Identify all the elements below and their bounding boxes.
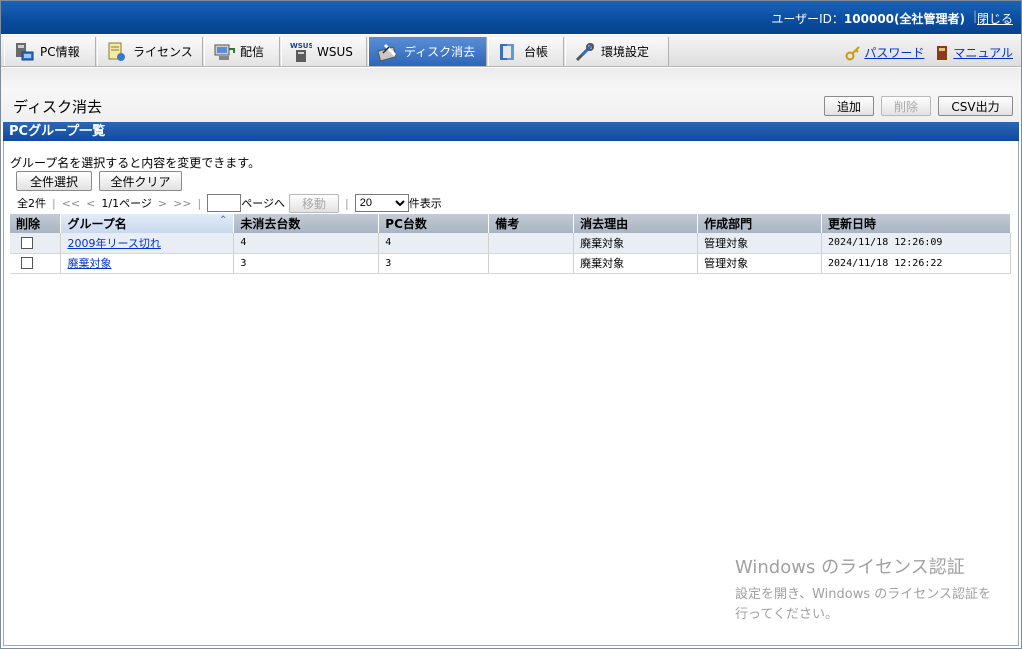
tab-label: 環境設定 [601, 45, 650, 59]
dept-cell: 管理対象 [697, 233, 823, 254]
tab-distribution[interactable]: 配信 [204, 37, 280, 66]
tab-settings[interactable]: 環境設定 [565, 37, 669, 66]
watermark-title: Windows のライセンス認証 [735, 557, 965, 578]
tab-label: 配信 [240, 45, 265, 59]
distribution-icon [213, 41, 235, 63]
reason-cell: 廃棄対象 [573, 253, 699, 274]
col-dept: 作成部門 [697, 214, 823, 233]
pc-group-table: 削除 グループ名 ⌃ 未消去台数 PC台数 備考 消去理由 作成部門 更新日時 2… [10, 214, 1011, 274]
total-count: 全2件 [17, 197, 46, 210]
section-header: PCグループ一覧 [3, 122, 1019, 141]
top-header: ユーザーID：100000(全社管理者) | 閉じる [1, 1, 1021, 34]
col-label: グループ名 [67, 217, 127, 231]
per-page-select[interactable]: 20 [354, 194, 409, 212]
col-pc-count: PC台数 [378, 214, 490, 233]
manual-link[interactable]: マニュアル [953, 44, 1013, 61]
group-cell: 2009年リース切れ [60, 233, 235, 254]
per-page-label: 件表示 [408, 197, 442, 210]
page-title: ディスク消去 [13, 98, 102, 116]
delete-cell [10, 253, 62, 274]
group-link[interactable]: 廃棄対象 [67, 257, 111, 270]
table-header-row: 削除 グループ名 ⌃ 未消去台数 PC台数 備考 消去理由 作成部門 更新日時 [10, 214, 1011, 233]
first-page-link[interactable]: << [62, 197, 80, 210]
tab-label: WSUS [317, 44, 353, 59]
col-reason: 消去理由 [573, 214, 699, 233]
csv-export-button[interactable]: CSV出力 [938, 96, 1013, 116]
tab-license[interactable]: ライセンス [97, 37, 203, 66]
hint-text: グループ名を選択すると内容を変更できます。 [10, 156, 261, 170]
next-page-link[interactable]: > [158, 197, 167, 210]
page-number-input[interactable] [207, 194, 242, 212]
manual-book-icon [934, 45, 950, 61]
row-checkbox[interactable] [21, 257, 33, 269]
col-delete: 削除 [10, 214, 62, 233]
updated-cell: 2024/11/18 12:26:22 [821, 253, 1011, 274]
disk-erase-icon [377, 41, 399, 63]
col-updated: 更新日時 [821, 214, 1011, 233]
dept-cell: 管理対象 [697, 253, 823, 274]
add-button[interactable]: 追加 [824, 96, 874, 116]
table-row: 廃棄対象 3 3 廃棄対象 管理対象 2024/11/18 12:26:22 [10, 253, 1011, 274]
col-group-name[interactable]: グループ名 ⌃ [60, 214, 235, 233]
pager-separator: | [52, 196, 56, 210]
user-value: 100000(全社管理者) [843, 12, 965, 26]
pager: 全2件 | << < 1/1ページ > >> | ページへ 移動 | 20 件表… [17, 193, 442, 213]
pc-count-cell: 3 [378, 253, 490, 274]
nav-right-links: パスワード マニュアル [845, 44, 1013, 61]
move-button[interactable]: 移動 [289, 193, 340, 213]
license-icon [106, 41, 128, 63]
tab-wsus[interactable]: WSUS WSUS [281, 37, 367, 66]
watermark-line: 設定を開き、Windows のライセンス認証を 行ってください。 [735, 585, 991, 625]
group-cell: 廃棄対象 [60, 253, 235, 274]
main-nav: PC情報 ライセンス 配信 WSUS WSUS ディスク消去 台帳 環境設定 パ… [1, 35, 1021, 67]
user-info: ユーザーID：100000(全社管理者) [771, 10, 965, 27]
table-row: 2009年リース切れ 4 4 廃棄対象 管理対象 2024/11/18 12:2… [10, 233, 1011, 254]
note-cell [488, 233, 575, 254]
tab-label: ライセンス [133, 45, 193, 59]
tab-label: ディスク消去 [404, 45, 476, 59]
password-link[interactable]: パスワード [864, 44, 924, 61]
unerased-cell: 4 [233, 233, 380, 254]
row-checkbox[interactable] [21, 236, 33, 249]
note-cell [488, 253, 575, 274]
col-unerased: 未消去台数 [233, 214, 380, 233]
sort-icon: ⌃ [218, 215, 228, 226]
tab-label: 台帳 [524, 45, 549, 59]
settings-icon [574, 41, 596, 63]
unerased-cell: 3 [233, 253, 380, 274]
watermark-text-2: 行ってください。 [735, 607, 838, 622]
reason-cell: 廃棄対象 [573, 233, 699, 254]
group-link[interactable]: 2009年リース切れ [67, 237, 160, 250]
last-page-link[interactable]: >> [173, 197, 191, 210]
key-icon [845, 45, 861, 61]
goto-page-label: ページへ [241, 197, 286, 210]
col-note: 備考 [488, 214, 575, 233]
clear-all-button[interactable]: 全件クリア [99, 171, 182, 191]
tab-label: PC情報 [40, 45, 80, 59]
tab-ledger[interactable]: 台帳 [488, 37, 564, 66]
page-info: 1/1ページ [101, 197, 152, 210]
prev-page-link[interactable]: < [86, 197, 95, 210]
pc-icon [13, 41, 35, 63]
ledger-icon [497, 41, 519, 63]
pc-count-cell: 4 [378, 233, 490, 254]
activation-watermark: Windows のライセンス認証 設定を開き、Windows のライセンス認証を… [735, 553, 991, 625]
tab-disk-erase[interactable]: ディスク消去 [368, 37, 487, 66]
pager-separator: | [197, 196, 202, 210]
select-all-button[interactable]: 全件選択 [16, 171, 92, 191]
delete-button[interactable]: 削除 [881, 96, 931, 116]
pager-separator: | [345, 196, 349, 210]
close-link[interactable]: 閉じる [977, 10, 1013, 27]
tab-pc-info[interactable]: PC情報 [4, 37, 96, 66]
delete-cell [10, 233, 62, 254]
svg-text:WSUS: WSUS [290, 42, 312, 50]
watermark-text-1: 設定を開き、Windows のライセンス認証を [735, 587, 991, 602]
user-label: ユーザーID： [771, 12, 844, 26]
updated-cell: 2024/11/18 12:26:09 [821, 233, 1011, 254]
wsus-icon: WSUS [290, 41, 314, 63]
